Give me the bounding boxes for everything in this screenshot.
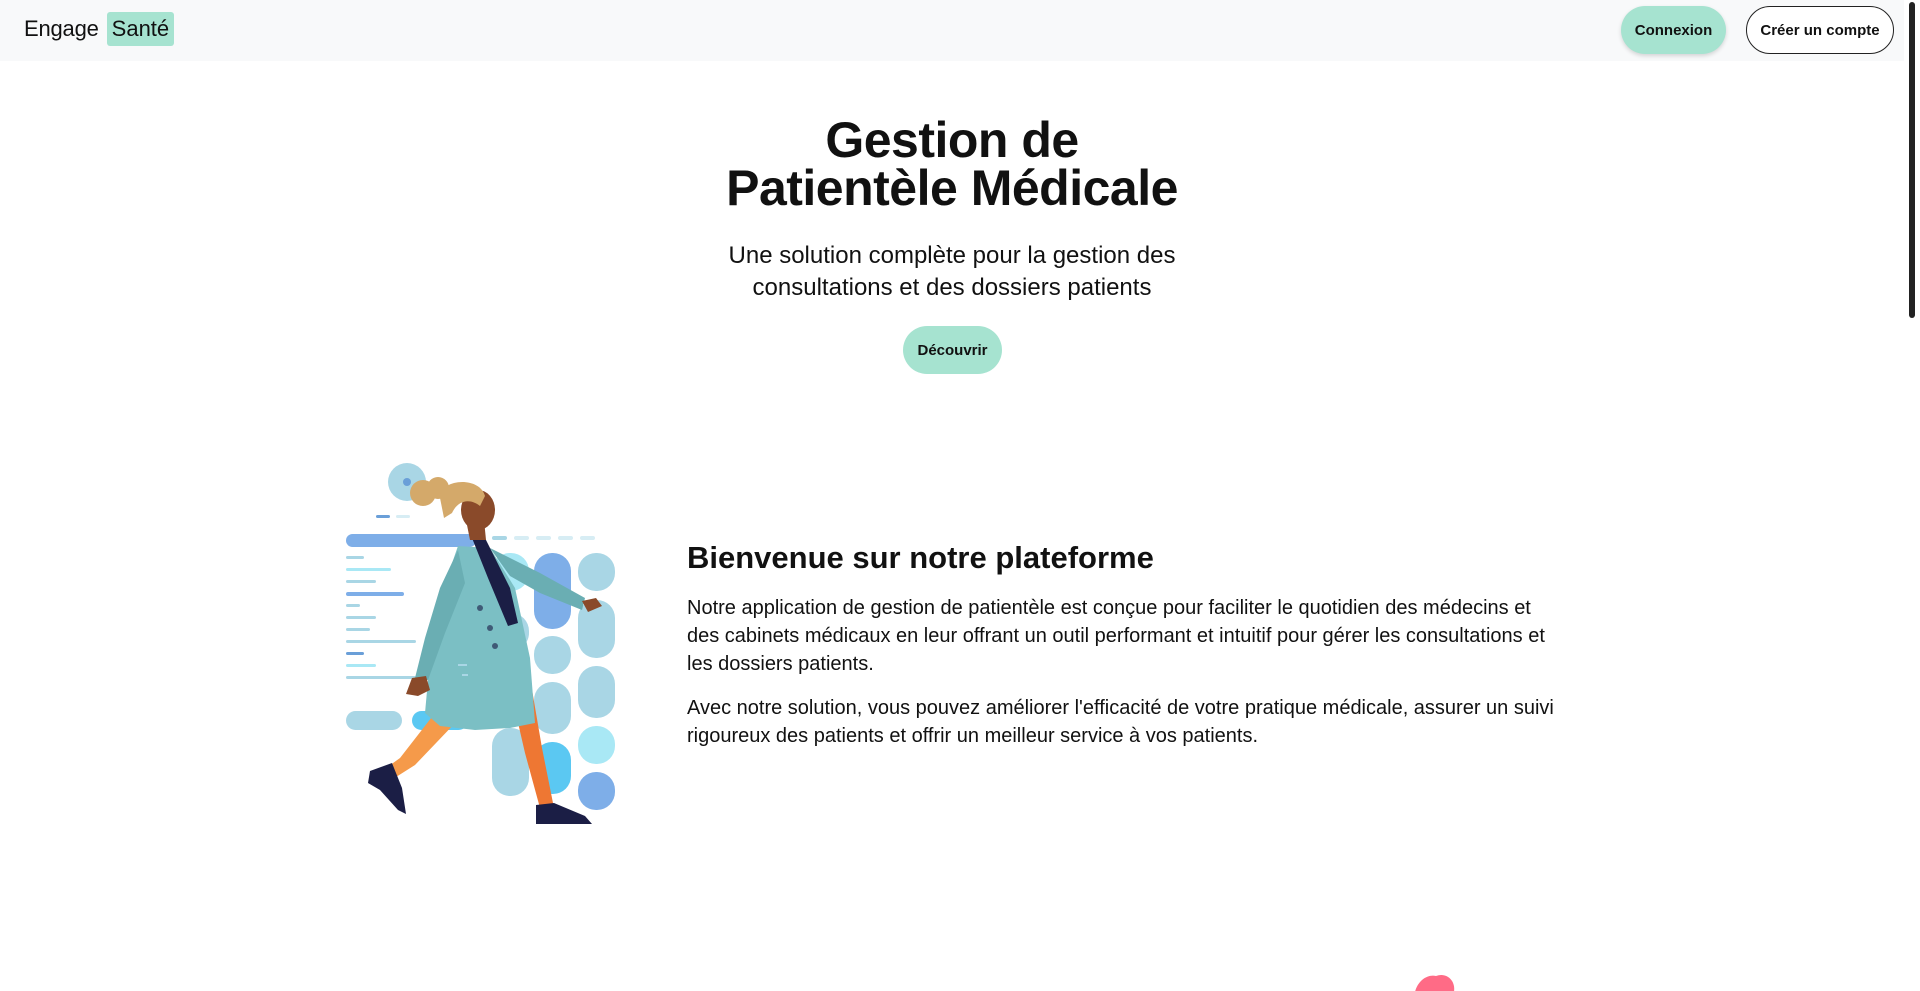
scrollbar-thumb[interactable]: [1909, 2, 1915, 318]
hero-subtitle-line2: consultations et des dossiers patients: [752, 274, 1152, 301]
brand-accent: Santé: [106, 12, 175, 46]
hero-subtitle: Une solution complète pour la gestion de…: [0, 240, 1904, 304]
brand-word: Engage: [24, 16, 99, 41]
welcome-title: Bienvenue sur notre plateforme: [687, 540, 1154, 575]
welcome-paragraph-2: Avec notre solution, vous pouvez amélior…: [687, 697, 1554, 747]
doctor-walking-illustration: [346, 463, 615, 824]
brand-logo[interactable]: Engage Santé: [24, 12, 175, 46]
navbar: Engage Santé Connexion Créer un compte: [0, 0, 1904, 61]
welcome-paragraph-1: Notre application de gestion de patientè…: [687, 597, 1545, 675]
pink-blob-decoration: [1415, 975, 1455, 991]
discover-button[interactable]: Découvrir: [903, 326, 1002, 374]
hero-title: Gestion de Patientèle Médicale: [0, 115, 1904, 213]
hero-subtitle-line1: Une solution complète pour la gestion de…: [728, 242, 1176, 269]
login-button[interactable]: Connexion: [1621, 6, 1726, 54]
signup-button[interactable]: Créer un compte: [1746, 6, 1894, 54]
hero-title-line2: Patientèle Médicale: [726, 160, 1178, 216]
